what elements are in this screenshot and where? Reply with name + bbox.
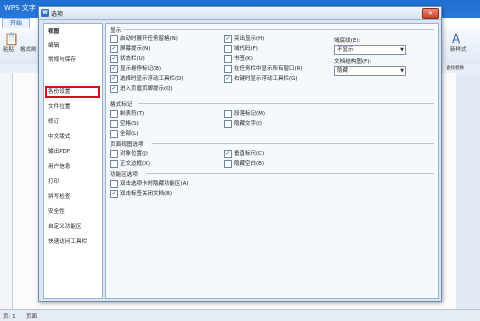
- vertical-ruler: [0, 73, 13, 309]
- option-label: 显示悬停标记(B): [120, 66, 162, 72]
- option-label: 突出显示(H): [234, 36, 265, 42]
- option-label: 屏幕提示(N): [120, 46, 151, 52]
- chevron-down-icon: ▼: [400, 68, 404, 74]
- section-title-page-view: 页面视图选项: [110, 142, 144, 148]
- option-label: 状态栏(U): [120, 56, 145, 62]
- nav-item-print[interactable]: 打印: [48, 177, 98, 187]
- options-content: 显示 启动时展开任务窗格(N) ✓ 屏幕提示(N) ✓ 状态栏(U) ✓ 显示悬…: [105, 23, 439, 299]
- dialog-titlebar[interactable]: W 选项 ✕: [39, 7, 441, 20]
- option-label: 选择时显示浮动工具栏(D): [120, 76, 184, 82]
- dialog-title: 选项: [51, 11, 64, 18]
- chevron-down-icon: ▼: [400, 47, 404, 53]
- section-title-format-marks: 格式标记: [110, 102, 133, 108]
- checkbox[interactable]: [224, 120, 232, 128]
- option-label: 隐藏文字(I): [234, 121, 262, 127]
- checkbox[interactable]: [110, 180, 118, 188]
- status-bar: 页: 1 页面: [0, 309, 480, 321]
- nav-pane-value: 隐藏: [337, 68, 349, 74]
- option-label: 在任务栏中显示所有窗口(R): [234, 66, 303, 72]
- checkbox[interactable]: [110, 120, 118, 128]
- section-title-display: 显示: [110, 28, 122, 34]
- option-label: 域代码(F): [234, 46, 258, 52]
- nav-item-customize-ribbon[interactable]: 自定义功能区: [48, 222, 98, 232]
- field-shading-label: 域底纹(E):: [334, 38, 361, 44]
- section-divider: [138, 103, 434, 104]
- checkbox-checked[interactable]: ✓: [224, 75, 232, 83]
- status-page-number: 页: 1: [3, 314, 16, 320]
- option-label: 垂直标尺(C): [234, 151, 265, 157]
- checkbox-checked[interactable]: ✓: [224, 150, 232, 158]
- app-title: WPS 文字: [4, 4, 36, 12]
- close-button[interactable]: ✕: [422, 8, 439, 19]
- nav-item-revision[interactable]: 修订: [48, 117, 98, 127]
- nav-item-general-save[interactable]: 常规与保存: [48, 55, 98, 65]
- section-divider: [146, 173, 434, 174]
- checkbox-checked[interactable]: ✓: [110, 75, 118, 83]
- nav-pane-label: 文档结构图(F):: [334, 59, 372, 65]
- status-page-label: 页面: [26, 314, 38, 320]
- section-divider: [152, 143, 434, 144]
- option-label: 右键时显示浮动工具栏(G): [234, 76, 298, 82]
- field-shading-select[interactable]: 不显示 ▼: [334, 45, 406, 55]
- option-label: 段落标记(M): [234, 111, 266, 117]
- checkbox-checked[interactable]: ✓: [110, 85, 118, 93]
- checkbox[interactable]: [224, 45, 232, 53]
- new-style-icon[interactable]: A: [452, 32, 460, 46]
- checkbox[interactable]: [110, 160, 118, 168]
- section-title-ribbon-options: 功能区选项: [110, 172, 138, 178]
- option-label: 空格(S): [120, 121, 139, 127]
- paste-icon[interactable]: 📋: [4, 32, 19, 46]
- nav-item-user-info[interactable]: 用户信息: [48, 162, 98, 172]
- nav-item-edit[interactable]: 编辑: [48, 41, 98, 51]
- option-label: 全部(L): [120, 131, 139, 137]
- checkbox[interactable]: [110, 35, 118, 43]
- option-label: 双击标签关闭文档(B): [120, 191, 173, 197]
- right-panel: [456, 73, 480, 309]
- format-painter-button[interactable]: 格式刷: [20, 45, 37, 53]
- nav-item-output-pdf[interactable]: 输出PDF: [48, 147, 98, 157]
- nav-item-spell-check[interactable]: 拼写检查: [48, 192, 98, 202]
- option-label: 制表符(T): [120, 111, 145, 117]
- nav-item-chinese-layout[interactable]: 中文版式: [48, 132, 98, 142]
- checkbox[interactable]: [224, 55, 232, 63]
- checkbox[interactable]: [110, 110, 118, 118]
- nav-item-file-location[interactable]: 文件位置: [48, 102, 98, 112]
- checkbox-checked[interactable]: ✓: [110, 55, 118, 63]
- options-dialog: W 选项 ✕ 视图 编辑 常规与保存 各份设置 文件位置 修订 中文版式 输出P…: [38, 6, 442, 302]
- option-label: 进入页眉页脚提示(Q): [120, 86, 173, 92]
- option-label: 书签(K): [234, 56, 253, 62]
- option-label: 隐藏空白(B): [234, 161, 265, 167]
- checkbox-checked[interactable]: ✓: [110, 190, 118, 198]
- option-label: 双击选项卡时隐藏功能区(A): [120, 181, 189, 187]
- highlight-box: [45, 86, 100, 98]
- option-label: 对象位置(J): [120, 151, 148, 157]
- wps-logo-icon: W: [41, 9, 49, 17]
- nav-pane-select[interactable]: 隐藏 ▼: [334, 66, 406, 76]
- checkbox-checked[interactable]: ✓: [110, 65, 118, 73]
- new-style-button[interactable]: 新样式: [450, 45, 467, 53]
- checkbox[interactable]: [224, 160, 232, 168]
- nav-item-view[interactable]: 视图: [48, 27, 98, 37]
- options-nav: 视图 编辑 常规与保存 各份设置 文件位置 修订 中文版式 输出PDF 用户信息…: [43, 23, 103, 299]
- field-shading-value: 不显示: [337, 47, 354, 53]
- section-divider: [124, 29, 434, 30]
- checkbox[interactable]: [224, 110, 232, 118]
- checkbox[interactable]: [110, 150, 118, 158]
- checkbox[interactable]: [110, 130, 118, 138]
- paste-button[interactable]: 粘贴: [3, 45, 14, 53]
- find-replace-button[interactable]: 查找替换: [446, 65, 464, 71]
- checkbox[interactable]: [224, 65, 232, 73]
- checkbox-checked[interactable]: ✓: [224, 35, 232, 43]
- option-label: 正文边框(X): [120, 161, 151, 167]
- nav-item-security[interactable]: 安全性: [48, 207, 98, 217]
- nav-item-quick-access-toolbar[interactable]: 快速访问工具栏: [48, 237, 98, 247]
- option-label: 启动时展开任务窗格(N): [120, 36, 178, 42]
- checkbox-checked[interactable]: ✓: [110, 45, 118, 53]
